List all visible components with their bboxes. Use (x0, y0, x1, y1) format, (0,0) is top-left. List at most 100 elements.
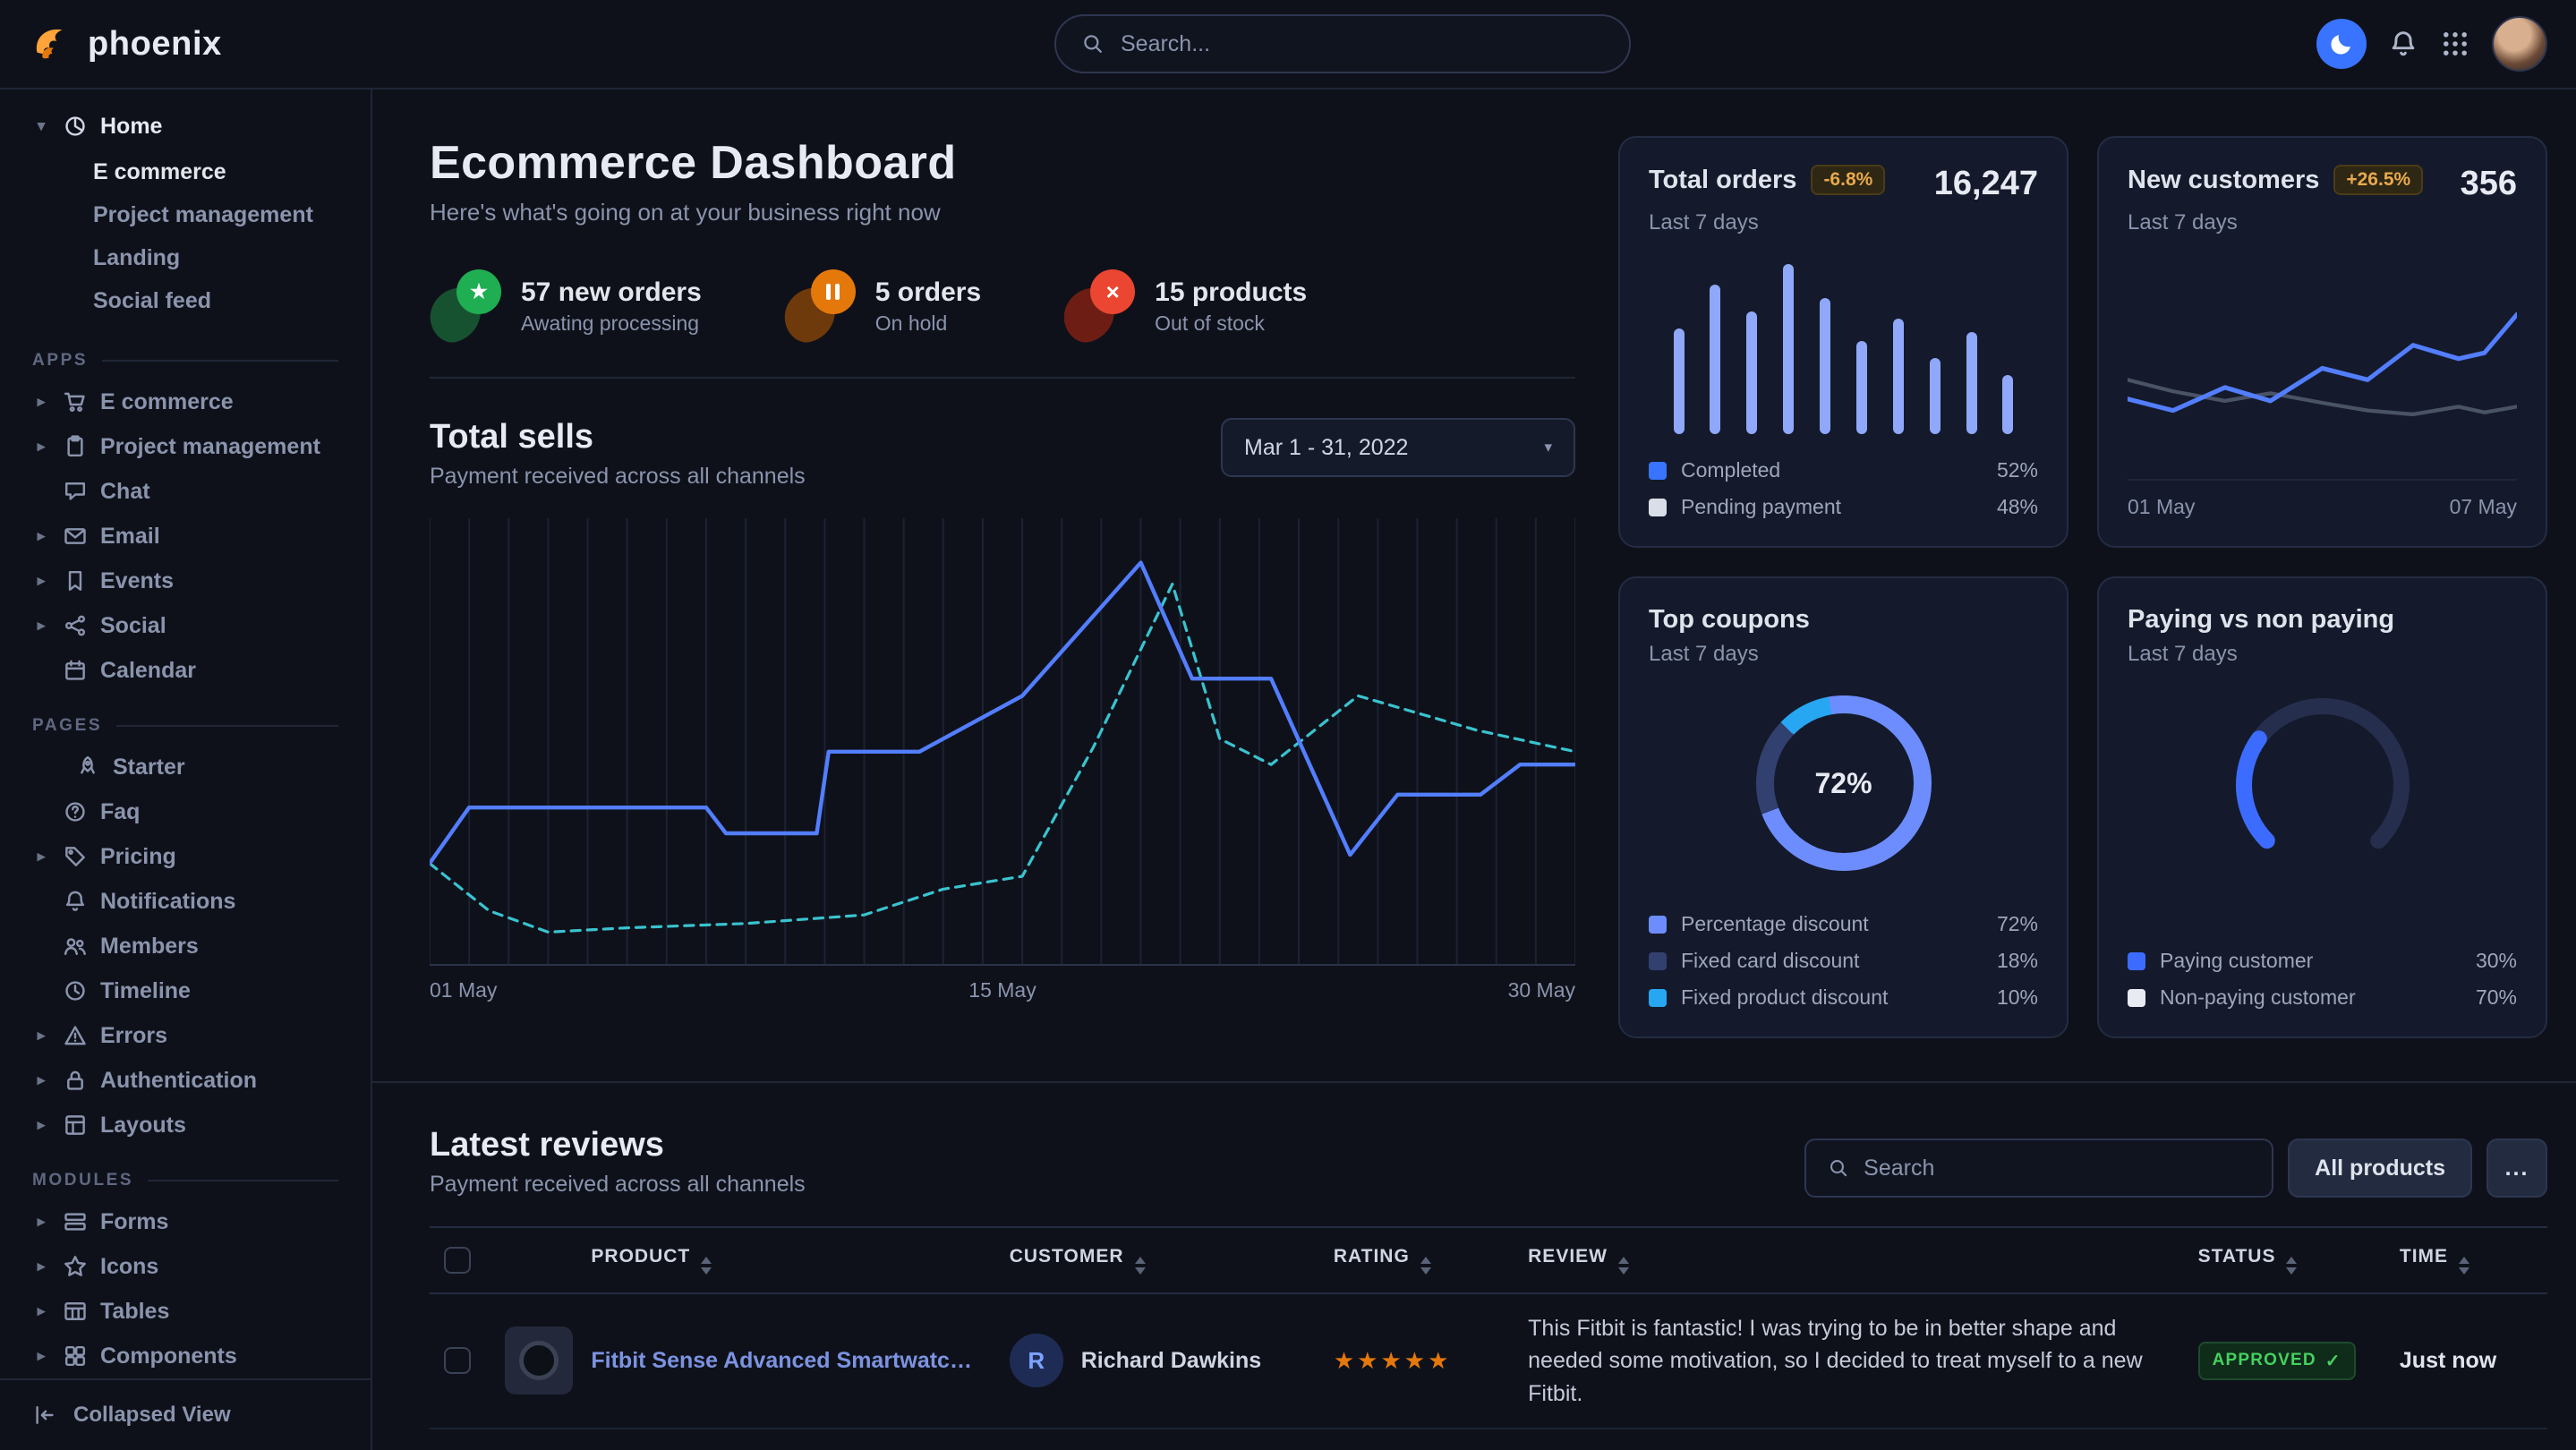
clock-icon (63, 978, 88, 1003)
legend-item: Completed52% (1649, 458, 2038, 482)
product-link[interactable]: Fitbit Sense Advanced Smartwatch with To… (591, 1348, 980, 1374)
chevron-right-icon: ▸ (32, 572, 50, 590)
column-header-review[interactable]: REVIEW (1514, 1227, 2183, 1293)
lock-icon (63, 1068, 88, 1093)
theme-toggle-button[interactable] (2316, 19, 2367, 69)
sidebar-item-faq[interactable]: ▸ Faq (21, 789, 349, 834)
sidebar-item-project-management-app[interactable]: ▸ Project management (21, 424, 349, 469)
sidebar-section-modules: MODULES (32, 1171, 338, 1190)
total-orders-card: Total orders-6.8% 16,247 Last 7 days Com… (1618, 136, 2068, 548)
date-range-select[interactable]: Mar 1 - 31, 2022 ▾ (1221, 418, 1575, 477)
sidebar-subitem-project-management[interactable]: Project management (93, 193, 349, 236)
top-coupons-donut-chart: 72% (1756, 695, 1932, 871)
global-search-input[interactable] (1121, 31, 1604, 57)
moon-icon (2328, 30, 2355, 57)
more-options-button[interactable]: ... (2486, 1139, 2547, 1198)
total-sells-chart (430, 518, 1575, 966)
sidebar-item-events[interactable]: ▸ Events (21, 559, 349, 603)
column-header-product[interactable]: PRODUCT (490, 1227, 994, 1293)
sidebar-item-pricing[interactable]: ▸ Pricing (21, 834, 349, 879)
home-submenu: E commerce Project management Landing So… (21, 149, 349, 328)
star-icon: ★ (430, 269, 501, 341)
table-row: iPhone 13 pro max-Pacific Blue-128GB sto… (430, 1429, 2547, 1450)
sidebar-item-calendar[interactable]: ▸ Calendar (21, 648, 349, 693)
sidebar-item-components[interactable]: ▸ Components (21, 1334, 349, 1378)
global-search[interactable] (1054, 14, 1631, 73)
chevron-right-icon: ▸ (32, 1213, 50, 1231)
sidebar-item-authentication[interactable]: ▸ Authentication (21, 1058, 349, 1103)
share-icon (63, 613, 88, 638)
total-sells-title: Total sells (430, 418, 806, 456)
apps-grid-button[interactable] (2440, 29, 2470, 59)
rating-stars: ★★★★★ (1334, 1347, 1452, 1374)
column-header-rating[interactable]: RATING (1319, 1227, 1514, 1293)
new-customers-line-chart (2128, 257, 2517, 468)
x-icon: × (1063, 269, 1135, 341)
top-navbar: phoenix (0, 0, 2576, 90)
cart-icon (63, 389, 88, 414)
legend-item: Non-paying customer70% (2128, 985, 2517, 1010)
sidebar-item-icons[interactable]: ▸ Icons (21, 1244, 349, 1289)
sidebar-item-timeline[interactable]: ▸ Timeline (21, 968, 349, 1013)
reviews-search-input[interactable] (1864, 1156, 2250, 1181)
sidebar-section-pages: PAGES (32, 716, 338, 736)
table-icon (63, 1299, 88, 1324)
user-avatar[interactable] (2492, 16, 2547, 72)
sidebar-item-forms[interactable]: ▸ Forms (21, 1199, 349, 1244)
select-all-checkbox-cell (430, 1227, 490, 1293)
latest-reviews-subtitle: Payment received across all channels (430, 1172, 806, 1198)
phoenix-logo-icon (29, 21, 73, 66)
notifications-button[interactable] (2388, 29, 2418, 59)
sidebar-item-errors[interactable]: ▸ Errors (21, 1013, 349, 1058)
sidebar-item-notifications[interactable]: ▸ Notifications (21, 879, 349, 924)
column-header-customer[interactable]: CUSTOMER (995, 1227, 1319, 1293)
reviews-search[interactable] (1804, 1139, 2273, 1198)
column-header-status[interactable]: STATUS (2184, 1227, 2385, 1293)
brand-logo-link[interactable]: phoenix (29, 21, 369, 66)
sidebar-subitem-ecommerce[interactable]: E commerce (93, 150, 349, 193)
sort-icon (1618, 1257, 1629, 1275)
chat-icon (63, 479, 88, 504)
collapse-sidebar-button[interactable]: Collapsed View (0, 1378, 371, 1450)
sidebar-item-chat[interactable]: ▸ Chat (21, 469, 349, 514)
sort-icon (1420, 1257, 1431, 1275)
status-badge: APPROVED✓ (2198, 1342, 2356, 1380)
all-products-button[interactable]: All products (2288, 1139, 2472, 1198)
chevron-right-icon: ▸ (32, 1258, 50, 1275)
column-header-time[interactable]: TIME (2385, 1227, 2547, 1293)
sort-icon (2286, 1257, 2297, 1275)
chevron-right-icon: ▸ (32, 848, 50, 866)
chevron-right-icon: ▸ (32, 1071, 50, 1089)
trend-badge: -6.8% (1811, 165, 1885, 195)
select-all-checkbox[interactable] (444, 1247, 471, 1274)
sidebar-item-home[interactable]: ▾ Home (21, 104, 349, 149)
customer-name: Richard Dawkins (1081, 1348, 1261, 1374)
chevron-down-icon: ▾ (32, 117, 50, 135)
legend-item: Fixed product discount10% (1649, 985, 2038, 1010)
users-icon (63, 934, 88, 959)
latest-reviews-title: Latest reviews (430, 1126, 806, 1164)
clipboard-icon (63, 434, 88, 459)
components-icon (63, 1343, 88, 1369)
sidebar-item-social[interactable]: ▸ Social (21, 603, 349, 648)
chevron-right-icon: ▸ (32, 1027, 50, 1045)
bell-icon (63, 889, 88, 914)
sidebar-subitem-landing[interactable]: Landing (93, 236, 349, 279)
sidebar-item-starter[interactable]: ▸ Starter (21, 745, 349, 789)
app-window: phoenix ▾ Home E commerce Proje (0, 0, 2576, 1450)
sidebar-item-layouts[interactable]: ▸ Layouts (21, 1103, 349, 1147)
chevron-right-icon: ▸ (32, 1302, 50, 1320)
sidebar-item-email[interactable]: ▸ Email (21, 514, 349, 559)
total-orders-value: 16,247 (1934, 165, 2038, 203)
sidebar-item-label: Home (100, 114, 162, 140)
page-subtitle: Here's what's going on at your business … (430, 199, 1575, 226)
sidebar-item-ecommerce-app[interactable]: ▸ E commerce (21, 380, 349, 424)
sidebar-subitem-social-feed[interactable]: Social feed (93, 279, 349, 322)
sort-icon (2459, 1257, 2469, 1275)
form-icon (63, 1209, 88, 1234)
chevron-right-icon: ▸ (32, 438, 50, 456)
sidebar-item-members[interactable]: ▸ Members (21, 924, 349, 968)
top-coupons-card: Top coupons Last 7 days 72% Percentage d… (1618, 576, 2068, 1038)
row-checkbox[interactable] (444, 1347, 471, 1374)
sidebar-item-tables[interactable]: ▸ Tables (21, 1289, 349, 1334)
